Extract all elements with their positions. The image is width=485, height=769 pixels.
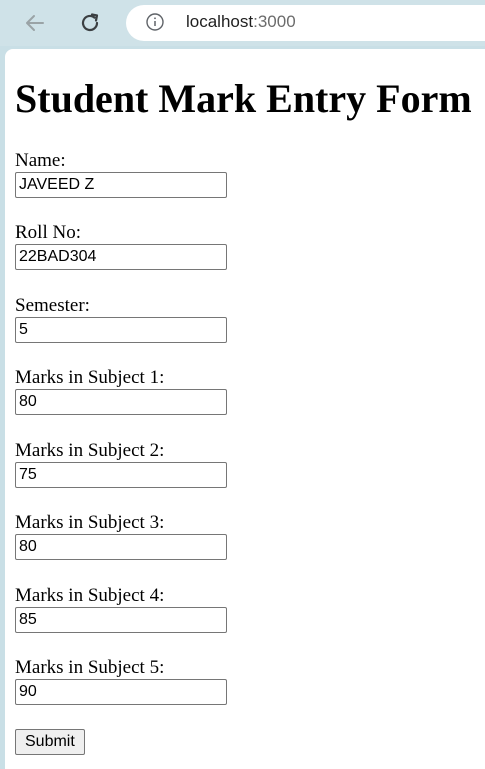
subject5-field-group: Marks in Subject 5:	[15, 657, 315, 705]
subject4-label: Marks in Subject 4:	[15, 585, 165, 606]
reload-icon	[81, 13, 99, 32]
subject3-field-group: Marks in Subject 3:	[15, 512, 315, 560]
url-host: localhost	[186, 12, 254, 31]
semester-label: Semester:	[15, 295, 90, 316]
address-bar[interactable]: localhost:3000	[126, 5, 485, 41]
subject2-label: Marks in Subject 2:	[15, 440, 165, 461]
reload-button[interactable]	[75, 8, 105, 38]
roll-no-input[interactable]	[15, 244, 227, 270]
arrow-left-icon	[26, 15, 44, 31]
roll-no-field-group: Roll No:	[15, 222, 315, 270]
subject3-input[interactable]	[15, 534, 227, 560]
subject5-input[interactable]	[15, 679, 227, 705]
url-text[interactable]: localhost:3000	[186, 12, 296, 32]
name-field-group: Name:	[15, 150, 315, 198]
subject4-field-group: Marks in Subject 4:	[15, 585, 315, 633]
semester-field-group: Semester:	[15, 295, 315, 343]
info-icon[interactable]	[146, 13, 164, 31]
back-button[interactable]	[20, 8, 50, 38]
subject1-field-group: Marks in Subject 1:	[15, 367, 315, 415]
name-input[interactable]	[15, 172, 227, 198]
subject1-label: Marks in Subject 1:	[15, 367, 165, 388]
subject2-input[interactable]	[15, 462, 227, 488]
semester-input[interactable]	[15, 317, 227, 343]
roll-no-label: Roll No:	[15, 222, 81, 243]
submit-button[interactable]: Submit	[15, 729, 85, 755]
browser-toolbar: localhost:3000	[0, 0, 485, 46]
subject5-label: Marks in Subject 5:	[15, 657, 165, 678]
page-title: Student Mark Entry Form	[15, 76, 472, 121]
subject3-label: Marks in Subject 3:	[15, 512, 165, 533]
page-viewport: Student Mark Entry Form Name: Roll No: S…	[5, 49, 485, 769]
subject1-input[interactable]	[15, 389, 227, 415]
subject2-field-group: Marks in Subject 2:	[15, 440, 315, 488]
name-label: Name:	[15, 150, 66, 171]
url-port: :3000	[253, 12, 296, 31]
subject4-input[interactable]	[15, 607, 227, 633]
